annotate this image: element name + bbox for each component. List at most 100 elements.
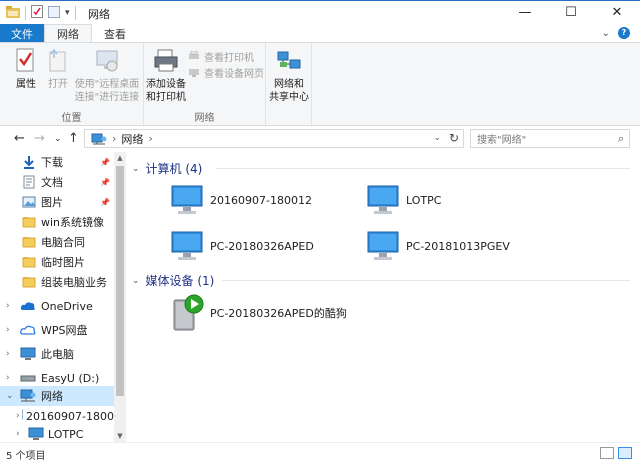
nav-item-this-pc[interactable]: › 此电脑 xyxy=(0,344,114,364)
expand-chevron-icon[interactable]: › xyxy=(6,325,16,335)
expand-chevron-icon[interactable]: › xyxy=(6,349,16,359)
nav-item-documents[interactable]: 文档 📌 xyxy=(0,172,114,192)
recent-locations-chevron-icon[interactable]: ⌄ xyxy=(54,134,62,144)
expand-chevron-icon[interactable]: › xyxy=(6,301,16,311)
nav-item-pictures[interactable]: 图片 📌 xyxy=(0,192,114,212)
qat-separator xyxy=(74,6,76,20)
network-computer-item[interactable]: PC-20180326APED xyxy=(170,230,314,262)
minimize-button[interactable]: — xyxy=(502,1,548,24)
details-view-icon[interactable] xyxy=(600,447,614,459)
tab-view[interactable]: 查看 xyxy=(92,24,138,43)
nav-item-computer[interactable]: › LOTPC xyxy=(0,424,114,442)
back-arrow-icon[interactable]: ← xyxy=(14,131,25,146)
computer-icon xyxy=(20,347,36,360)
nav-item-drive-d[interactable]: › EasyU (D:) xyxy=(0,368,114,388)
network-computer-item[interactable]: LOTPC xyxy=(366,184,441,216)
collapse-chevron-icon[interactable]: ⌄ xyxy=(6,391,16,401)
address-history-dropdown-icon[interactable]: ⌄ xyxy=(433,133,441,143)
pin-icon[interactable]: 📌 xyxy=(100,158,110,167)
media-server-play-icon xyxy=(173,294,204,331)
network-computer-item[interactable]: 20160907-180012 xyxy=(170,184,312,216)
properties-button[interactable]: 属性 xyxy=(10,48,42,91)
scroll-down-arrow-icon[interactable]: ▼ xyxy=(114,430,126,442)
document-icon xyxy=(23,175,35,189)
remote-desktop-icon xyxy=(96,50,118,72)
close-button[interactable]: ✕ xyxy=(594,1,640,24)
nav-item-folder[interactable]: 组装电脑业务 xyxy=(0,272,114,292)
open-button[interactable]: 打开 xyxy=(44,48,72,91)
monitor-icon xyxy=(171,185,203,214)
nav-item-onedrive[interactable]: › OneDrive xyxy=(0,296,114,316)
drive-icon xyxy=(20,375,36,382)
nav-item-label: 组装电脑业务 xyxy=(41,276,107,289)
address-path[interactable]: 网络 xyxy=(121,131,143,147)
add-devices-printers-button[interactable]: 添加设备 和打印机 xyxy=(146,48,186,104)
search-input[interactable]: 搜索"网络" ⌕ xyxy=(470,129,630,148)
group-divider xyxy=(222,280,630,281)
view-device-webpage-label: 查看设备网页 xyxy=(204,69,264,80)
help-icon[interactable]: ? xyxy=(618,27,630,39)
expand-chevron-icon[interactable]: › xyxy=(16,411,20,421)
group-divider xyxy=(216,168,630,169)
ribbon-group-sharing: 网络和 共享中心 xyxy=(266,43,312,127)
add-devices-label-line1: 添加设备 xyxy=(146,79,186,90)
large-icons-view-icon[interactable] xyxy=(618,447,632,459)
refresh-icon[interactable]: ↻ xyxy=(449,131,459,145)
group-collapse-icon[interactable]: ⌄ xyxy=(132,164,140,174)
tab-network[interactable]: 网络 xyxy=(44,24,92,43)
nav-item-label: 电脑合同 xyxy=(41,236,85,249)
ribbon: 属性 打开 使用"远程桌面 连接"进行连接 位置 添加设备 和打印机 查看打印机… xyxy=(0,42,640,127)
nav-item-folder[interactable]: 临时图片 xyxy=(0,252,114,272)
scroll-thumb[interactable] xyxy=(116,166,124,396)
nav-item-label: 20160907-1800 xyxy=(26,409,114,423)
printer-icon xyxy=(154,49,178,72)
nav-item-computer[interactable]: › 20160907-1800 xyxy=(0,406,114,426)
collapse-ribbon-icon[interactable]: ⌄ xyxy=(602,28,610,39)
view-device-webpage-button[interactable]: 查看设备网页 xyxy=(188,65,264,80)
nav-scrollbar[interactable]: ▲ ▼ xyxy=(114,152,126,442)
group-collapse-icon[interactable]: ⌄ xyxy=(132,276,140,286)
scroll-up-arrow-icon[interactable]: ▲ xyxy=(114,152,126,164)
group-header-media[interactable]: ⌄ 媒体设备 (1) xyxy=(132,272,214,289)
network-icon xyxy=(91,133,107,144)
group-title: 计算机 (4) xyxy=(145,162,203,176)
item-label: PC-20180326APED的酷狗 xyxy=(210,307,347,320)
nav-item-folder[interactable]: win系统镜像 xyxy=(0,212,114,232)
folder-icon xyxy=(22,217,36,228)
pin-icon[interactable]: 📌 xyxy=(100,198,110,207)
forward-arrow-icon[interactable]: → xyxy=(34,131,45,146)
remote-desktop-button[interactable]: 使用"远程桌面 连接"进行连接 xyxy=(74,48,140,104)
tab-file[interactable]: 文件 xyxy=(0,24,44,43)
expand-chevron-icon[interactable]: › xyxy=(16,429,26,439)
network-computer-item[interactable]: PC-20181013PGEV xyxy=(366,230,510,262)
expand-chevron-icon[interactable]: › xyxy=(6,373,16,383)
nav-item-downloads[interactable]: 下载 📌 xyxy=(0,152,114,172)
view-printers-button[interactable]: 查看打印机 xyxy=(188,49,254,64)
new-folder-icon[interactable] xyxy=(48,5,60,21)
address-bar[interactable]: › 网络 › ⌄ ↻ xyxy=(84,129,464,148)
network-sharing-center-icon xyxy=(277,51,301,69)
open-label: 打开 xyxy=(48,79,68,90)
group-header-computers[interactable]: ⌄ 计算机 (4) xyxy=(132,160,202,177)
nav-item-network[interactable]: ⌄ 网络 xyxy=(0,386,114,406)
monitor-icon xyxy=(171,231,203,260)
properties-check-icon[interactable] xyxy=(31,5,43,21)
up-arrow-icon[interactable]: ↑ xyxy=(68,131,79,146)
title-bar: ▾ 网络 — ☐ ✕ xyxy=(0,0,640,24)
pin-icon[interactable]: 📌 xyxy=(100,178,110,187)
nav-item-label: 下载 xyxy=(41,156,63,169)
nav-item-label: LOTPC xyxy=(48,427,84,441)
folder-icon xyxy=(22,277,36,288)
remote-desktop-label-line1: 使用"远程桌面 xyxy=(74,79,140,90)
nav-item-label: EasyU (D:) xyxy=(41,371,100,385)
search-placeholder: 搜索"网络" xyxy=(477,135,527,146)
customize-qat-dropdown-icon[interactable]: ▾ xyxy=(65,8,70,18)
network-sharing-center-button[interactable]: 网络和 共享中心 xyxy=(268,48,310,104)
nav-item-folder[interactable]: 电脑合同 xyxy=(0,232,114,252)
ribbon-tabs: 文件 网络 查看 ⌄ ? xyxy=(0,24,640,43)
nav-item-wps-drive[interactable]: › WPS网盘 xyxy=(0,320,114,340)
explorer-window-icon xyxy=(6,5,20,21)
media-device-item[interactable]: PC-20180326APED的酷狗 xyxy=(170,294,347,332)
maximize-button[interactable]: ☐ xyxy=(548,1,594,24)
folder-icon xyxy=(22,237,36,248)
